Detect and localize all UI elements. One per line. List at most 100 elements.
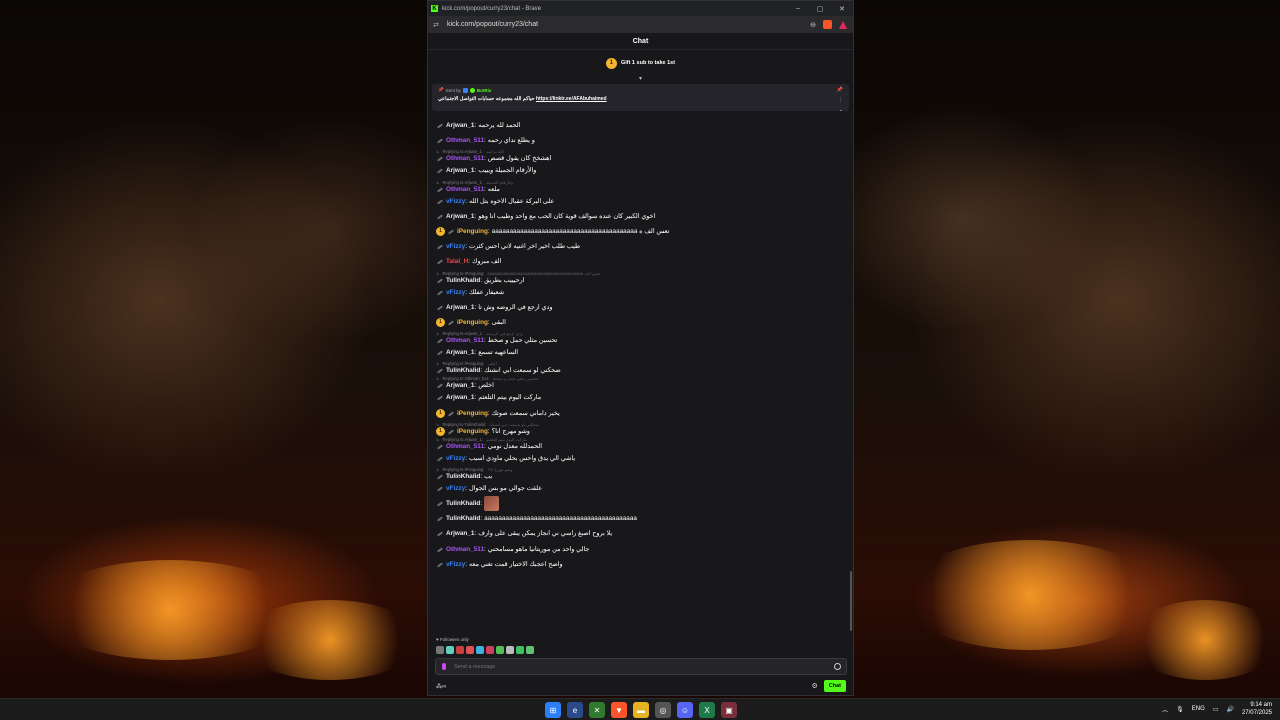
edge-icon[interactable]: e (567, 702, 583, 718)
chat-message[interactable]: ↳ Replying to iPenguing: البقى TulinKhalid… (436, 360, 853, 375)
volume-icon[interactable]: 🔊 (1226, 706, 1233, 713)
chat-message[interactable]: vFizzy: علقت جوالي مو بس الجوال (436, 481, 853, 496)
chat-username[interactable]: vFizzy (446, 243, 465, 250)
chat-input-box[interactable] (435, 658, 847, 675)
emote-icon[interactable] (476, 646, 484, 654)
chat-username[interactable]: vFizzy (446, 455, 465, 462)
chat-input[interactable] (454, 663, 834, 670)
brave-rewards-icon[interactable] (839, 20, 847, 29)
chat-username[interactable]: Othman_511 (446, 337, 484, 344)
chat-message[interactable]: Arjwan_1: ماركت اليوم بيتم التلعثم (436, 390, 853, 405)
chat-message[interactable]: Arjwan_1: والأرقام الجميلة ويييب (436, 163, 853, 178)
minimize-button[interactable]: – (787, 5, 809, 12)
discord-icon[interactable]: ☺ (677, 702, 693, 718)
brave-icon[interactable]: ▼ (611, 702, 627, 718)
address-bar[interactable]: ⇄ kick.com/popout/curry23/chat ⊖ (428, 16, 853, 33)
xbox-icon[interactable]: ✕ (589, 702, 605, 718)
emote-icon[interactable] (486, 646, 494, 654)
chat-username[interactable]: Arjwan_1 (446, 304, 474, 311)
emoji-picker-icon[interactable] (834, 663, 841, 670)
more-options-icon[interactable]: ⋮ (838, 97, 843, 103)
chat-username[interactable]: TulinKhalid (446, 515, 480, 522)
chat-message[interactable]: ↳ Replying to Arjwan_1: ودي ارجع في الروض… (436, 330, 853, 345)
url-text[interactable]: kick.com/popout/curry23/chat (447, 21, 810, 28)
chat-username[interactable]: iPenguing (457, 319, 488, 326)
chat-message[interactable]: ↳ Replying to Arjwan_1: الله يرحمه Othman_… (436, 148, 853, 163)
clock[interactable]: 9:14 am 27/07/2025 (1242, 701, 1272, 717)
excel-icon[interactable]: X (699, 702, 715, 718)
chat-message[interactable]: Talal_H: الف مبروك (436, 254, 853, 269)
windows-start-icon[interactable]: ⊞ (545, 702, 561, 718)
network-icon[interactable]: ▭ (1213, 706, 1219, 713)
app-icon[interactable]: ▣ (721, 702, 737, 718)
unpin-icon[interactable]: 📌 (837, 87, 843, 93)
brave-shields-icon[interactable] (823, 20, 832, 29)
pinned-link[interactable]: https://linktr.ee/AFAbuhaimed (536, 96, 607, 102)
settings-gear-icon[interactable]: ⚙ (811, 682, 817, 690)
expand-chevron-icon[interactable]: ⌄ (839, 107, 843, 113)
pinned-bot-name[interactable]: BotRix (477, 88, 492, 93)
chat-message[interactable]: Arjwan_1: اخوي الكبير كان عنده سوالف قوية… (436, 209, 853, 224)
emote-icon[interactable] (466, 646, 474, 654)
chat-username[interactable]: iPenguing (457, 428, 488, 435)
site-settings-icon[interactable]: ⇄ (433, 21, 441, 29)
chat-username[interactable]: Arjwan_1 (446, 167, 474, 174)
chat-message[interactable]: vFizzy: على البركة عقبال الاخوه بتل الله (436, 194, 853, 209)
maximize-button[interactable]: ▢ (809, 5, 831, 13)
chat-username[interactable]: vFizzy (446, 485, 465, 492)
chat-message[interactable]: Arjwan_1: الحمد لله يرحمه (436, 118, 853, 133)
chat-message[interactable]: vFizzy: واضح اعجبك الاختيار قمت تغني معه (436, 557, 853, 572)
chat-message[interactable]: 1 iPenguing: يخير داماني سمعت صوتك (436, 405, 853, 420)
chat-username[interactable]: vFizzy (446, 198, 465, 205)
chat-scrollbar[interactable] (850, 571, 852, 631)
chat-username[interactable]: TulinKhalid (446, 277, 480, 284)
chat-username[interactable]: TulinKhalid (446, 473, 480, 480)
chat-message[interactable]: Othman_511: و يطلع نداي رحمه (436, 133, 853, 148)
chat-message[interactable]: Arjwan_1: الساعهيه تسمع (436, 345, 853, 360)
emote-icon[interactable] (526, 646, 534, 654)
emote-icon[interactable] (436, 646, 444, 654)
chat-message[interactable]: ↳ Replying to iPenguing: aaaaaaaaaaaaaaaa… (436, 270, 853, 285)
emote-icon[interactable] (506, 646, 514, 654)
file-explorer-icon[interactable]: ▬ (633, 702, 649, 718)
emote-icon[interactable] (446, 646, 454, 654)
chat-username[interactable]: Arjwan_1 (446, 349, 474, 356)
chat-username[interactable]: TulinKhalid (446, 367, 480, 374)
chat-message[interactable]: vFizzy: طيب طلب اخير اخر اغنيه لاني احس ك… (436, 239, 853, 254)
chat-message[interactable]: Arjwan_1: ودي ارجع في الروضه وش تا (436, 300, 853, 315)
chat-message[interactable]: ↳ Replying to iPenguing: وشو مهرج انا؟ Tul… (436, 466, 853, 481)
chat-username[interactable]: Arjwan_1 (446, 530, 474, 537)
chat-username[interactable]: Othman_511 (446, 137, 484, 144)
users-icon[interactable]: ⁂∞ (436, 683, 446, 690)
language-indicator[interactable]: ENG (1192, 706, 1205, 712)
chat-username[interactable]: Arjwan_1 (446, 394, 474, 401)
emote-icon[interactable] (516, 646, 524, 654)
chat-username[interactable]: iPenguing (457, 228, 488, 235)
chat-username[interactable]: Othman_511 (446, 443, 484, 450)
mic-icon[interactable]: 🎙 (1176, 706, 1184, 713)
chat-message[interactable]: vFizzy: شعيفار عفلك (436, 285, 853, 300)
chat-username[interactable]: vFizzy (446, 561, 465, 568)
chat-username[interactable]: Arjwan_1 (446, 122, 474, 129)
emote-icon[interactable] (456, 646, 464, 654)
chat-username[interactable]: Talal_H (446, 258, 468, 265)
chat-message[interactable]: TulinKhalid: aaaaaaaaaaaaaaaaaaaaaaaaaaaa… (436, 511, 853, 526)
chat-message[interactable]: ↳ Replying to TulinKhalid: ضحكني لو سمعت … (436, 421, 853, 436)
zoom-icon[interactable]: ⊖ (810, 21, 816, 29)
tray-chevron-icon[interactable]: ︿ (1162, 705, 1168, 714)
chat-username[interactable]: TulinKhalid (446, 500, 480, 507)
chat-message[interactable]: ↳ Replying to Arjwan_1: ماركت اليوم بيتم … (436, 436, 853, 451)
chat-message[interactable]: Arjwan_1: يلا بروح اصبغ راسي ني انجاز يمك… (436, 526, 853, 541)
chat-message[interactable]: ↳ Replying to Arjwan_1: والأرقام الجميلة O… (436, 179, 853, 194)
chat-message-list[interactable]: Arjwan_1: الحمد لله يرحمه Othman_511: و يطل… (428, 118, 853, 633)
chat-message[interactable]: TulinKhalid: (436, 496, 853, 512)
chat-username[interactable]: Othman_511 (446, 546, 484, 553)
chat-username[interactable]: vFizzy (446, 289, 465, 296)
emote-icon[interactable] (496, 646, 504, 654)
send-chat-button[interactable]: Chat (823, 680, 846, 692)
chat-username[interactable]: Arjwan_1 (446, 382, 474, 389)
steam-icon[interactable]: ◎ (655, 702, 671, 718)
chat-message[interactable]: 1 iPenguing: البقى (436, 315, 853, 330)
chat-message[interactable]: ↳ Replying to Othman_511: تحسين مثلي حمل … (436, 375, 853, 390)
chat-message[interactable]: 1 iPenguing: aaaaaaaaaaaaaaaaaaaaaaaaaaaaa… (436, 224, 853, 239)
